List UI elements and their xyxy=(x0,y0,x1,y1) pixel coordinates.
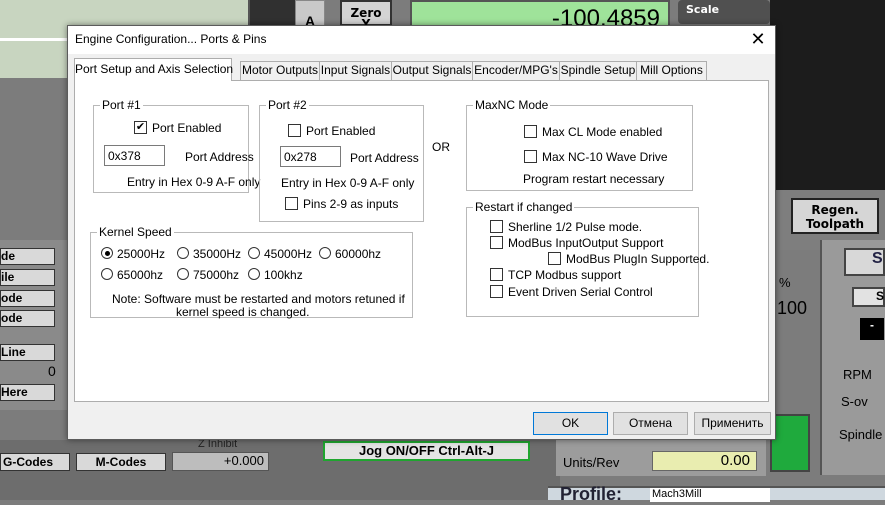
tab-spindle-setup[interactable]: Spindle Setup xyxy=(559,61,637,80)
sherline-checkbox[interactable] xyxy=(490,220,503,233)
profile-label: Profile: xyxy=(560,484,623,504)
kernel-65000-label: 65000hz xyxy=(117,268,164,282)
tab-output-signals[interactable]: Output Signals xyxy=(391,61,473,80)
port2-pins-label: Pins 2-9 as inputs xyxy=(303,197,399,211)
kernel-45000-label: 45000Hz xyxy=(264,247,313,261)
maxnc-note: Program restart necessary xyxy=(523,172,665,186)
modbus-io-label: ModBus InputOutput Support xyxy=(508,236,664,250)
port1-enabled-label: Port Enabled xyxy=(152,121,222,135)
regen-toolpath-button[interactable]: Regen. Toolpath xyxy=(791,198,879,234)
port2-pins-checkbox[interactable] xyxy=(285,197,298,210)
port2-hint: Entry in Hex 0-9 A-F only xyxy=(281,176,415,190)
port-setup-panel: Port #1 ✔ Port Enabled Port Address Entr… xyxy=(74,80,769,402)
port2-enabled-label: Port Enabled xyxy=(306,124,376,138)
port1-address-label: Port Address xyxy=(185,150,254,164)
kernel-100k-label: 100khz xyxy=(264,268,303,282)
background-right-panel xyxy=(770,0,885,190)
max-nc10-checkbox[interactable] xyxy=(524,150,537,163)
dialog-titlebar[interactable]: Engine Configuration... Ports & Pins ✕ xyxy=(68,26,775,54)
dialog-title: Engine Configuration... Ports & Pins xyxy=(75,32,267,46)
tab-encoder-mpg[interactable]: Encoder/MPG's xyxy=(472,61,560,80)
ok-button[interactable]: OK xyxy=(533,412,608,435)
spindle-s-button[interactable]: S xyxy=(852,287,885,307)
port2-group: Port #2 Port Enabled Port Address Entry … xyxy=(259,98,424,222)
kernel-25000-label: 25000Hz xyxy=(117,247,166,261)
or-label: OR xyxy=(432,140,450,154)
tab-input-signals[interactable]: Input Signals xyxy=(319,61,392,80)
kernel-45000-radio[interactable] xyxy=(248,247,260,259)
sov-label: S-ov xyxy=(841,394,868,409)
spindle-toggle-button[interactable] xyxy=(770,414,810,472)
kernel-100k-radio[interactable] xyxy=(248,268,260,280)
port2-address-label: Port Address xyxy=(350,151,419,165)
max-cl-label: Max CL Mode enabled xyxy=(542,125,663,139)
port2-enabled-checkbox[interactable] xyxy=(288,124,301,137)
left-button-5[interactable]: Line xyxy=(0,344,55,361)
tab-port-setup[interactable]: Port Setup and Axis Selection xyxy=(74,58,233,81)
port1-address-input[interactable] xyxy=(104,145,165,166)
modbus-plugin-label: ModBus PlugIn Supported. xyxy=(566,252,710,266)
background-strip xyxy=(0,38,68,41)
tab-motor-outputs[interactable]: Motor Outputs xyxy=(240,61,320,80)
restart-legend: Restart if changed xyxy=(475,200,573,214)
left-button-6[interactable]: Here xyxy=(0,384,55,401)
spindle-label: Spindle xyxy=(839,427,883,442)
restart-group: Restart if changed Sherline 1/2 Pulse mo… xyxy=(466,200,709,317)
modbus-plugin-checkbox[interactable] xyxy=(548,252,561,265)
kernel-75000-radio[interactable] xyxy=(177,268,189,280)
kernel-speed-group: Kernel Speed 25000Hz 35000Hz 45000Hz 600… xyxy=(90,225,413,319)
modbus-io-checkbox[interactable] xyxy=(490,236,503,249)
port1-enabled-checkbox[interactable]: ✔ xyxy=(134,121,147,134)
left-button-4[interactable]: ode xyxy=(0,310,55,327)
apply-button[interactable]: Применить xyxy=(694,412,771,435)
port1-legend: Port #1 xyxy=(102,98,141,112)
kernel-note-line2: kernel speed is changed. xyxy=(176,305,310,319)
port1-hint: Entry in Hex 0-9 A-F only xyxy=(127,175,261,189)
kernel-65000-radio[interactable] xyxy=(101,268,113,280)
port2-legend: Port #2 xyxy=(268,98,307,112)
engine-config-dialog: Engine Configuration... Ports & Pins ✕ P… xyxy=(67,25,776,440)
cancel-button[interactable]: Отмена xyxy=(613,412,688,435)
sherline-label: Sherline 1/2 Pulse mode. xyxy=(508,220,643,234)
jog-toggle-label: Jog ON/OFF Ctrl-Alt-J xyxy=(325,443,528,459)
override-value: 100 xyxy=(777,298,808,318)
tab-mill-options[interactable]: Mill Options xyxy=(636,61,707,80)
max-cl-checkbox[interactable] xyxy=(524,125,537,138)
kernel-note-line1: Note: Software must be restarted and mot… xyxy=(112,292,405,306)
kernel-35000-label: 35000Hz xyxy=(193,247,242,261)
tcp-modbus-checkbox[interactable] xyxy=(490,268,503,281)
tcp-modbus-label: TCP Modbus support xyxy=(508,268,622,282)
kernel-35000-radio[interactable] xyxy=(177,247,189,259)
minus-button[interactable]: - xyxy=(860,318,884,340)
mcodes-button[interactable]: M-Codes xyxy=(76,453,166,471)
units-rev-value: 0.00 xyxy=(652,451,757,471)
close-icon[interactable]: ✕ xyxy=(741,26,775,54)
spindle-s-box: S xyxy=(844,248,885,276)
z-inhibit-value: +0.000 xyxy=(172,452,269,471)
kernel-75000-label: 75000hz xyxy=(193,268,240,282)
kernel-60000-label: 60000hz xyxy=(335,247,382,261)
gcodes-button[interactable]: G-Codes xyxy=(0,453,70,471)
kernel-speed-legend: Kernel Speed xyxy=(99,225,172,239)
maxnc-legend: MaxNC Mode xyxy=(475,98,549,112)
left-button-1[interactable]: de xyxy=(0,248,55,265)
left-button-3[interactable]: ode xyxy=(0,290,55,307)
rpm-label: RPM xyxy=(843,367,872,382)
event-serial-label: Event Driven Serial Control xyxy=(508,285,653,299)
port2-address-input[interactable] xyxy=(280,146,341,167)
units-rev-label: Units/Rev xyxy=(563,455,620,470)
port1-group: Port #1 ✔ Port Enabled Port Address Entr… xyxy=(93,98,260,193)
percent-label: % xyxy=(779,275,791,290)
left-zero-value: 0 xyxy=(48,363,56,379)
left-button-2[interactable]: ile xyxy=(0,269,55,286)
left-button-column: de ile ode ode Line Here xyxy=(0,240,68,410)
zero-y-button[interactable]: Zero Y xyxy=(340,0,392,30)
scale-label: Scale xyxy=(678,0,770,24)
maxnc-group: MaxNC Mode Max CL Mode enabled Max NC-10… xyxy=(466,98,693,191)
jog-toggle-button[interactable]: Jog ON/OFF Ctrl-Alt-J xyxy=(323,441,530,461)
max-nc10-label: Max NC-10 Wave Drive xyxy=(542,150,668,164)
kernel-25000-radio[interactable] xyxy=(101,247,113,259)
kernel-60000-radio[interactable] xyxy=(319,247,331,259)
event-serial-checkbox[interactable] xyxy=(490,285,503,298)
